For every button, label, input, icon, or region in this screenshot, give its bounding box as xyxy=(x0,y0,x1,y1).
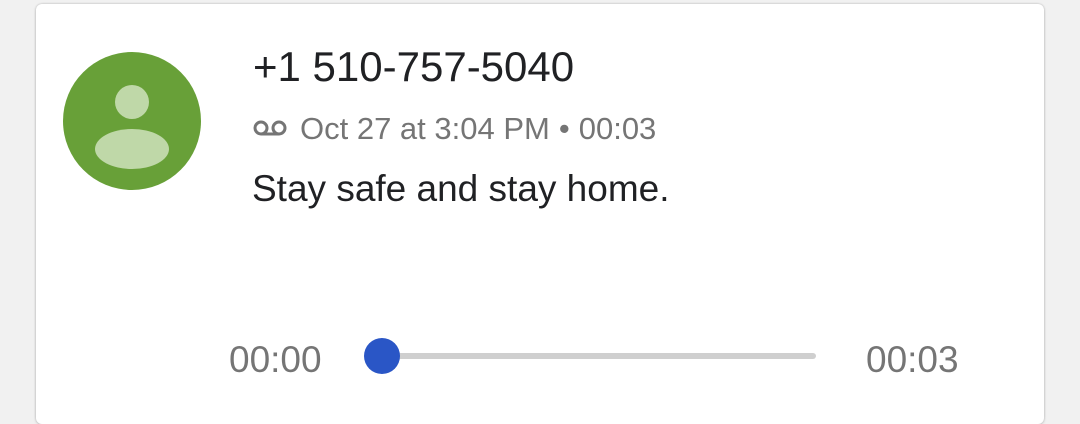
total-time: 00:03 xyxy=(866,339,959,380)
call-meta: Oct 27 at 3:04 PM • 00:03 xyxy=(252,108,656,150)
voicemail-icon xyxy=(253,120,287,136)
contact-avatar[interactable] xyxy=(63,52,201,190)
voicemail-transcript: Stay safe and stay home. xyxy=(252,168,670,209)
meta-separator: • xyxy=(558,111,570,146)
current-time: 00:00 xyxy=(229,339,322,380)
call-date-time: Oct 27 at 3:04 PM xyxy=(300,111,550,146)
seekbar-thumb[interactable] xyxy=(364,338,400,374)
voicemail-card: +1 510-757-5040 Oct 27 at 3:04 PM • 00:0… xyxy=(36,4,1044,424)
call-duration: 00:03 xyxy=(578,111,657,146)
person-icon xyxy=(95,85,169,169)
playback-seekbar[interactable] xyxy=(364,338,816,374)
caller-number: +1 510-757-5040 xyxy=(253,43,575,90)
